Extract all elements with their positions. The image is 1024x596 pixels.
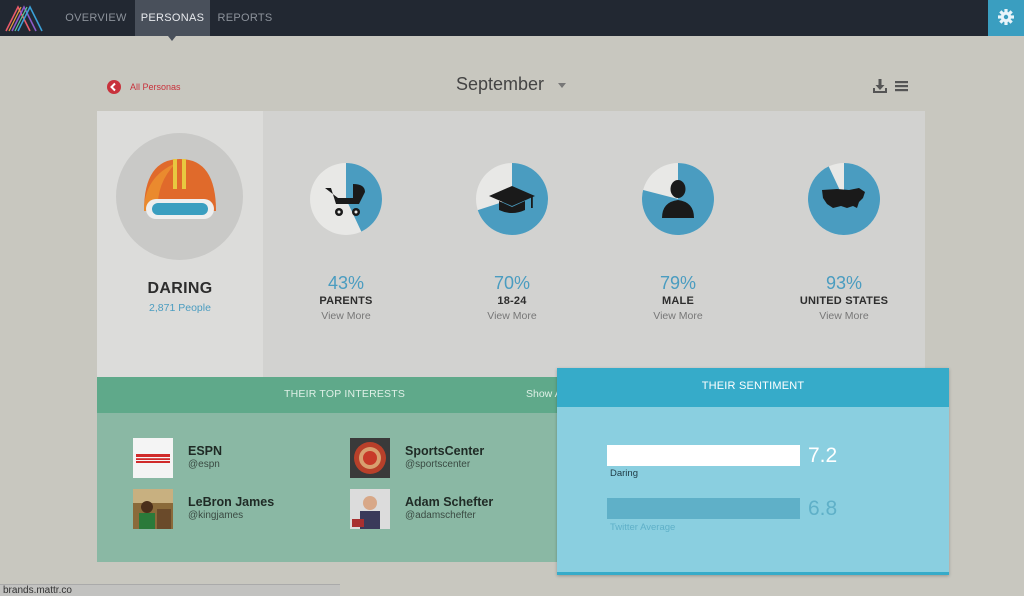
stat-label: MALE <box>662 295 694 307</box>
interest-item[interactable]: ESPN @espn <box>133 438 323 478</box>
sentiment-bar-daring <box>607 445 800 466</box>
persona-summary: DARING 2,871 People <box>97 111 263 377</box>
interest-name: ESPN <box>188 444 223 458</box>
sentiment-bar-label: Daring <box>610 468 638 479</box>
stat-percent: 79% <box>659 273 697 293</box>
sentiment-bar-label: Twitter Average <box>610 522 676 533</box>
gender-pie-chart <box>641 163 714 235</box>
settings-button[interactable] <box>988 0 1024 36</box>
app-logo[interactable] <box>4 3 44 33</box>
interest-item[interactable]: LeBron James @kingjames <box>133 489 323 529</box>
stat-gender: 79% MALE View More <box>613 272 743 324</box>
sentiment-footer-line <box>557 572 949 575</box>
stat-age: 70% 18-24 View More <box>447 272 577 324</box>
lebron-james-photo <box>133 489 173 529</box>
view-more-link[interactable]: View More <box>613 308 743 324</box>
top-interests-panel: THEIR TOP INTERESTS Show A ESPN @espn Sp… <box>97 377 562 562</box>
stat-label: UNITED STATES <box>799 295 889 307</box>
tab-reports[interactable]: REPORTS <box>210 0 280 36</box>
helmet-icon <box>144 159 216 219</box>
interests-header: THEIR TOP INTERESTS Show A <box>97 377 562 413</box>
persona-avatar <box>116 133 243 260</box>
interests-title: THEIR TOP INTERESTS <box>284 388 406 400</box>
sentiment-bar-fill <box>607 445 800 466</box>
stat-country: 93% UNITED STATES View More <box>779 272 909 324</box>
download-icon[interactable] <box>872 78 888 94</box>
parents-pie-chart <box>310 163 382 235</box>
back-arrow-icon <box>107 80 121 94</box>
tab-overview[interactable]: OVERVIEW <box>58 0 134 36</box>
persona-people-count: 2,871 People <box>149 302 211 314</box>
view-more-link[interactable]: View More <box>447 308 577 324</box>
sentiment-panel: THEIR SENTIMENT 7.2 Daring 6.8 Twitter A… <box>557 368 949 575</box>
stat-percent: 70% <box>493 273 531 293</box>
sentiment-header: THEIR SENTIMENT <box>557 368 949 407</box>
country-pie-chart <box>808 163 881 235</box>
chevron-down-icon[interactable] <box>558 83 566 88</box>
interest-item[interactable]: Adam Schefter @adamschefter <box>350 489 540 529</box>
sentiment-value: 6.8 <box>808 497 838 520</box>
sportscenter-logo <box>350 438 390 478</box>
browser-status-bar: brands.mattr.co <box>0 584 340 596</box>
sentiment-title: THEIR SENTIMENT <box>701 380 805 392</box>
view-more-link[interactable]: View More <box>779 308 909 324</box>
persona-name: DARING <box>147 280 213 297</box>
sentiment-value: 7.2 <box>808 444 838 467</box>
menu-icon[interactable] <box>894 78 910 94</box>
interest-handle: @kingjames <box>188 510 244 521</box>
back-link-label: All Personas <box>130 82 181 92</box>
stat-percent: 93% <box>825 273 863 293</box>
top-nav: OVERVIEW PERSONAS REPORTS <box>0 0 1024 36</box>
sentiment-bar-fill <box>607 498 800 519</box>
stat-label: 18-24 <box>497 295 527 307</box>
gear-icon <box>998 9 1014 25</box>
stat-parents: 43% PARENTS View More <box>281 272 411 324</box>
all-personas-link[interactable]: All Personas <box>107 79 181 95</box>
tab-personas[interactable]: PERSONAS <box>135 0 210 36</box>
interest-name: LeBron James <box>188 495 275 509</box>
interest-handle: @espn <box>188 459 220 470</box>
interest-name: Adam Schefter <box>405 495 494 509</box>
age-pie-chart <box>476 163 548 235</box>
persona-card: DARING 2,871 People 43% PARENTS View Mor… <box>97 111 925 377</box>
sentiment-bar-twitter-average <box>607 498 800 519</box>
active-tab-indicator <box>168 36 176 41</box>
stat-label: PARENTS <box>319 295 373 307</box>
interest-item[interactable]: SportsCenter @sportscenter <box>350 438 540 478</box>
interest-handle: @adamschefter <box>405 510 476 521</box>
interest-handle: @sportscenter <box>405 459 471 470</box>
adam-schefter-photo <box>350 489 390 529</box>
interest-name: SportsCenter <box>405 444 485 458</box>
espn-logo <box>133 438 173 478</box>
month-selector[interactable]: September <box>456 74 544 95</box>
view-more-link[interactable]: View More <box>281 308 411 324</box>
stat-percent: 43% <box>327 273 365 293</box>
